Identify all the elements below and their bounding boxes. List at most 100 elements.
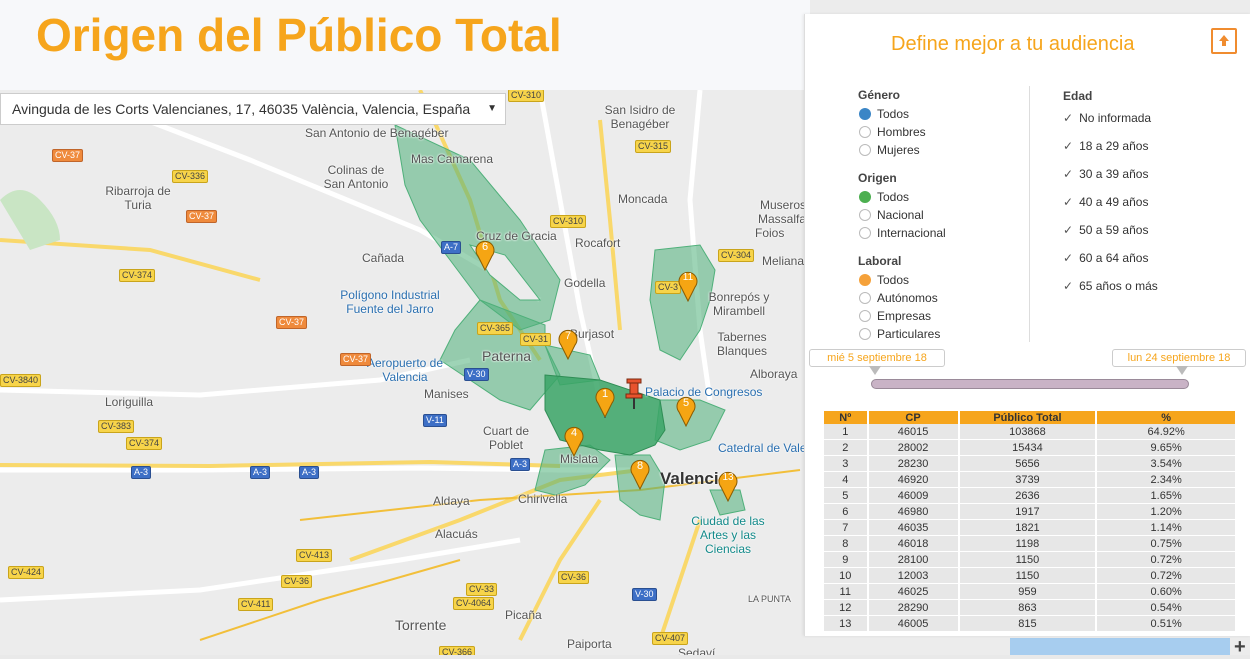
table-row: 12 28290 863 0.54% <box>824 600 1235 616</box>
gender-option-mujeres[interactable]: Mujeres <box>858 141 926 159</box>
road-shield: CV-4064 <box>453 597 495 610</box>
origin-option-todos[interactable]: Todos <box>858 188 946 206</box>
work-option-particulares[interactable]: Particulares <box>858 325 940 343</box>
check-icon: ✓ <box>1063 111 1074 125</box>
export-button[interactable] <box>1211 28 1237 54</box>
table-cell: 5656 <box>959 456 1096 472</box>
origin-option-internacional[interactable]: Internacional <box>858 224 946 242</box>
table-cell: 12003 <box>868 568 958 584</box>
road-shield: A-3 <box>299 466 320 479</box>
road-shield: CV-413 <box>296 549 333 562</box>
place-label: Polígono Industrial Fuente del Jarro <box>340 288 440 316</box>
radio-selected[interactable] <box>859 274 871 286</box>
place-label: Manises <box>424 387 469 401</box>
gender-option-todos[interactable]: Todos <box>858 105 926 123</box>
work-option-todos[interactable]: Todos <box>858 271 940 289</box>
option-label: 50 a 59 años <box>1079 223 1149 237</box>
address-select[interactable]: Avinguda de les Corts Valencianes, 17, 4… <box>0 93 506 125</box>
age-option[interactable]: ✓ No informada <box>1063 111 1158 139</box>
table-row: 2 28002 15434 9.65% <box>824 440 1235 456</box>
place-label: San Isidro de Benagéber <box>604 103 676 131</box>
origin-option-nacional[interactable]: Nacional <box>858 206 946 224</box>
map-marker[interactable]: 5 <box>675 395 697 427</box>
slider-start-handle[interactable] <box>869 366 881 376</box>
age-option[interactable]: ✓ 40 a 49 años <box>1063 195 1158 223</box>
map-marker[interactable]: 1 <box>594 386 616 418</box>
radio-selected[interactable] <box>859 108 871 120</box>
road-shield: CV-36 <box>558 571 590 584</box>
check-icon: ✓ <box>1063 279 1074 293</box>
road-shield: A-3 <box>510 458 531 471</box>
road-shield: CV-37 <box>340 353 372 366</box>
zoom-in-button[interactable]: + <box>1234 636 1246 659</box>
work-filter: Laboral Todos Autónomos Empresas Particu… <box>858 254 940 343</box>
road-shield: CV-37 <box>276 316 308 329</box>
place-label: Foios <box>755 226 785 240</box>
radio[interactable] <box>859 310 871 322</box>
road-shield: CV-374 <box>119 269 156 282</box>
road-shield: CV-366 <box>439 646 476 655</box>
map-marker[interactable]: 8 <box>629 458 651 490</box>
option-label: 18 a 29 años <box>1079 139 1149 153</box>
age-option[interactable]: ✓ 60 a 64 años <box>1063 251 1158 279</box>
work-option-empresas[interactable]: Empresas <box>858 307 940 325</box>
age-option[interactable]: ✓ 18 a 29 años <box>1063 139 1158 167</box>
radio[interactable] <box>859 209 871 221</box>
column-header[interactable]: Nº <box>824 411 867 424</box>
road-shield: CV-424 <box>8 566 45 579</box>
map-marker[interactable]: 7 <box>557 328 579 360</box>
table-cell: 3.54% <box>1097 456 1235 472</box>
gender-option-hombres[interactable]: Hombres <box>858 123 926 141</box>
table-cell: 12 <box>824 600 867 616</box>
table-cell: 1198 <box>959 536 1096 552</box>
table-row: 8 46018 1198 0.75% <box>824 536 1235 552</box>
age-filter-title: Edad <box>1063 89 1093 103</box>
date-end-label[interactable]: lun 24 septiembre 18 <box>1112 349 1246 367</box>
date-range-slider[interactable] <box>871 379 1189 389</box>
address-value: Avinguda de les Corts Valencianes, 17, 4… <box>12 101 471 117</box>
table-cell: 46009 <box>868 488 958 504</box>
table-cell: 2636 <box>959 488 1096 504</box>
table-cell: 13 <box>824 616 867 632</box>
results-table: Nº CP Público Total % 1 46015 103868 64.92%… <box>822 411 1237 632</box>
map-marker[interactable]: 4 <box>563 425 585 457</box>
column-header[interactable]: Público Total <box>959 411 1096 424</box>
place-label: Cuart de Poblet <box>482 424 530 452</box>
place-label: Aldaya <box>433 494 470 508</box>
radio[interactable] <box>859 328 871 340</box>
map-marker[interactable]: 11 <box>677 270 699 302</box>
age-option[interactable]: ✓ 50 a 59 años <box>1063 223 1158 251</box>
table-cell: 0.72% <box>1097 552 1235 568</box>
work-option-autonomos[interactable]: Autónomos <box>858 289 940 307</box>
road-shield: CV-37 <box>186 210 218 223</box>
radio[interactable] <box>859 227 871 239</box>
road-shield: CV-36 <box>281 575 313 588</box>
slider-end-handle[interactable] <box>1176 366 1188 376</box>
place-label: Colinas de San Antonio <box>323 163 389 191</box>
map-marker[interactable]: 6 <box>474 239 496 271</box>
table-cell: 3 <box>824 456 867 472</box>
table-cell: 28230 <box>868 456 958 472</box>
place-label: Paiporta <box>567 637 612 651</box>
table-row: 5 46009 2636 1.65% <box>824 488 1235 504</box>
table-cell: 863 <box>959 600 1096 616</box>
table-header-row: Nº CP Público Total % <box>824 411 1235 424</box>
table-cell: 15434 <box>959 440 1096 456</box>
radio[interactable] <box>859 292 871 304</box>
place-label: Torrente <box>395 617 447 633</box>
road-shield: CV-304 <box>718 249 755 262</box>
table-cell: 959 <box>959 584 1096 600</box>
table-cell: 0.54% <box>1097 600 1235 616</box>
age-option[interactable]: ✓ 30 a 39 años <box>1063 167 1158 195</box>
age-option[interactable]: ✓ 65 años o más <box>1063 279 1158 307</box>
date-start-label[interactable]: mié 5 septiembre 18 <box>809 349 945 367</box>
map-marker[interactable]: 13 <box>717 470 739 502</box>
radio[interactable] <box>859 144 871 156</box>
option-label: 65 años o más <box>1079 279 1158 293</box>
column-header[interactable]: CP <box>868 411 958 424</box>
road-shield: CV-383 <box>98 420 135 433</box>
place-label: Chirivella <box>518 492 568 506</box>
radio[interactable] <box>859 126 871 138</box>
radio-selected[interactable] <box>859 191 871 203</box>
column-header[interactable]: % <box>1097 411 1235 424</box>
